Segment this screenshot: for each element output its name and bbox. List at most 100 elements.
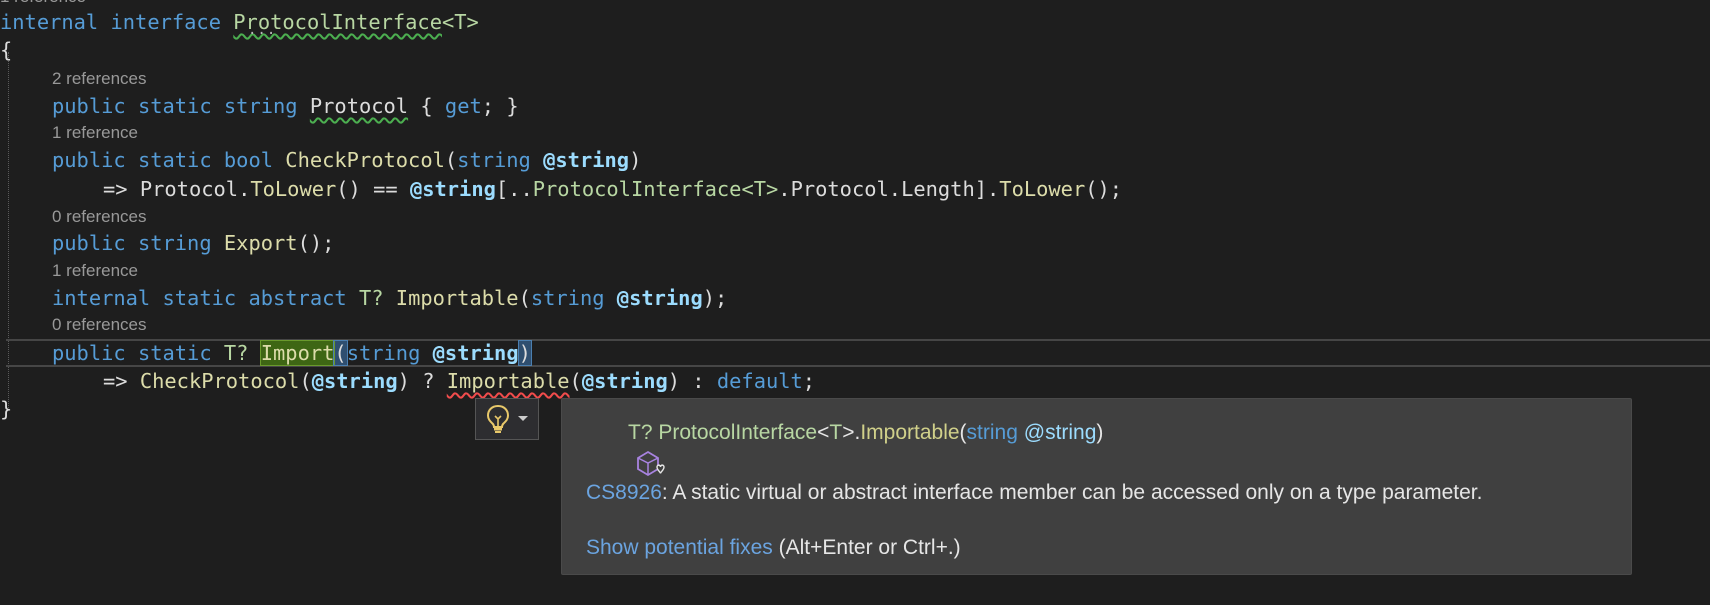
method-name[interactable]: CheckProtocol bbox=[285, 148, 445, 172]
punctuation: ; } bbox=[481, 94, 519, 118]
method-name[interactable]: Importable bbox=[396, 286, 519, 310]
chevron-down-icon[interactable] bbox=[517, 415, 529, 423]
code-lens-references[interactable]: 0 references bbox=[52, 314, 147, 336]
error-message: : A static virtual or abstract interface… bbox=[661, 481, 1483, 504]
error-tooltip: T? ProtocolInterface<T>.Importable(strin… bbox=[561, 398, 1632, 575]
punctuation: ]. bbox=[974, 177, 1000, 201]
punctuation: (); bbox=[1085, 177, 1123, 201]
method-call: CheckProtocol bbox=[139, 369, 300, 393]
type-parameter: <T> bbox=[741, 177, 779, 201]
keyword: string bbox=[137, 231, 212, 255]
paren-match-close: ) bbox=[517, 340, 532, 366]
keyword: static bbox=[162, 286, 237, 310]
punctuation: ( bbox=[569, 369, 582, 393]
method-name[interactable]: Export bbox=[224, 231, 298, 255]
fix-shortcut: (Alt+Enter or Ctrl+.) bbox=[772, 536, 961, 559]
type-parameter: T bbox=[829, 421, 843, 444]
code-lens-references[interactable]: 0 references bbox=[52, 206, 147, 228]
identifier: Protocol bbox=[790, 177, 889, 201]
method-name: Importable bbox=[860, 421, 960, 444]
property-name[interactable]: Protocol bbox=[310, 94, 408, 118]
arrow: => bbox=[103, 369, 140, 393]
code-line-open-brace: { bbox=[0, 36, 12, 64]
keyword: public bbox=[52, 341, 126, 365]
code-editor[interactable]: 1 reference internal interface ProtocolI… bbox=[0, 0, 1710, 605]
punctuation: (); bbox=[297, 231, 335, 255]
keyword: public bbox=[52, 148, 126, 172]
tooltip-signature: T? ProtocolInterface<T>.Importable(strin… bbox=[588, 419, 1103, 531]
code-line-importable[interactable]: internal static abstract T? Importable(s… bbox=[52, 284, 727, 312]
return-type: T? bbox=[223, 341, 249, 365]
show-potential-fixes-link[interactable]: Show potential fixes bbox=[586, 536, 773, 559]
punctuation: ( bbox=[959, 421, 967, 444]
punctuation: ( bbox=[299, 369, 312, 393]
code-line-export[interactable]: public string Export(); bbox=[52, 229, 334, 257]
method-name-highlighted[interactable]: Import bbox=[259, 340, 336, 366]
interface-name: ProtocolInterface bbox=[532, 177, 742, 201]
code-line-import-body[interactable]: => CheckProtocol(@string) ? Importable(@… bbox=[103, 367, 815, 395]
lightbulb-icon[interactable] bbox=[485, 404, 511, 434]
punctuation: . bbox=[238, 177, 251, 201]
parameter-name: @string bbox=[311, 369, 398, 393]
code-lens-top[interactable]: 1 reference bbox=[0, 0, 86, 8]
punctuation: { bbox=[408, 94, 445, 118]
tooltip-fixes: Show potential fixes (Alt+Enter or Ctrl+… bbox=[586, 534, 961, 562]
return-type: T? bbox=[628, 421, 653, 444]
identifier: Protocol bbox=[139, 177, 239, 201]
parameter-name: @string bbox=[409, 177, 496, 201]
keyword: internal bbox=[52, 286, 151, 310]
keyword: static bbox=[137, 94, 212, 118]
code-lens-references[interactable]: 1 reference bbox=[52, 122, 138, 144]
keyword: default bbox=[716, 369, 803, 393]
punctuation: ) bbox=[629, 148, 642, 172]
punctuation: ( bbox=[444, 148, 458, 172]
tooltip-error: CS8926: A static virtual or abstract int… bbox=[586, 479, 1482, 507]
keyword: abstract bbox=[248, 286, 347, 310]
keyword: string bbox=[530, 286, 605, 310]
suggestion-dots: ··· bbox=[248, 26, 277, 42]
code-line-interface-decl[interactable]: internal interface ProtocolInterface<T> bbox=[0, 8, 479, 36]
parameter-name: @string bbox=[616, 286, 703, 310]
code-line-checkprotocol-body[interactable]: => Protocol.ToLower() == @string[..Proto… bbox=[103, 175, 1122, 203]
code-line-import[interactable]: public static T? Import(string @string) bbox=[52, 339, 532, 367]
punctuation: ) ? bbox=[397, 369, 447, 393]
keyword: public bbox=[52, 231, 126, 255]
code-lens-references[interactable]: 2 references bbox=[52, 68, 147, 90]
quick-actions-button[interactable] bbox=[475, 398, 539, 440]
keyword: bool bbox=[223, 148, 274, 172]
punctuation: ; bbox=[802, 369, 816, 393]
punctuation: [.. bbox=[495, 177, 533, 201]
keyword: string bbox=[223, 94, 298, 118]
brace: { bbox=[0, 38, 13, 62]
parameter-name: @string bbox=[1023, 421, 1097, 444]
keyword: interface bbox=[110, 10, 222, 34]
punctuation: ( bbox=[518, 286, 531, 310]
paren-match-open: ( bbox=[333, 340, 348, 366]
punctuation: ); bbox=[702, 286, 728, 310]
error-code-link[interactable]: CS8926 bbox=[586, 481, 662, 504]
punctuation: . bbox=[888, 177, 902, 201]
punctuation: ) bbox=[1096, 421, 1104, 444]
error-method-call[interactable]: Importable bbox=[447, 369, 570, 393]
keyword: string bbox=[966, 421, 1018, 444]
arrow: => bbox=[103, 177, 140, 201]
punctuation: ) : bbox=[667, 369, 717, 393]
code-line-protocol-property[interactable]: public static string Protocol { get; } bbox=[52, 92, 519, 120]
keyword: static bbox=[137, 341, 212, 365]
parameter-name: @string bbox=[581, 369, 668, 393]
keyword: static bbox=[137, 148, 212, 172]
keyword: internal bbox=[0, 10, 99, 34]
type-parameter: <T> bbox=[441, 10, 479, 34]
punctuation: < bbox=[817, 421, 830, 444]
brace: } bbox=[0, 397, 13, 421]
code-line-checkprotocol[interactable]: public static bool CheckProtocol(string … bbox=[52, 146, 641, 174]
identifier: Length bbox=[901, 177, 975, 201]
code-lens-references[interactable]: 1 reference bbox=[52, 260, 138, 282]
interface-name: ProtocolInterface bbox=[658, 421, 818, 444]
parameter-name: @string bbox=[543, 148, 630, 172]
method-call: ToLower bbox=[250, 177, 337, 201]
keyword: string bbox=[346, 341, 421, 365]
punctuation: () == bbox=[336, 177, 410, 201]
keyword: string bbox=[457, 148, 531, 172]
keyword: get bbox=[444, 94, 482, 118]
